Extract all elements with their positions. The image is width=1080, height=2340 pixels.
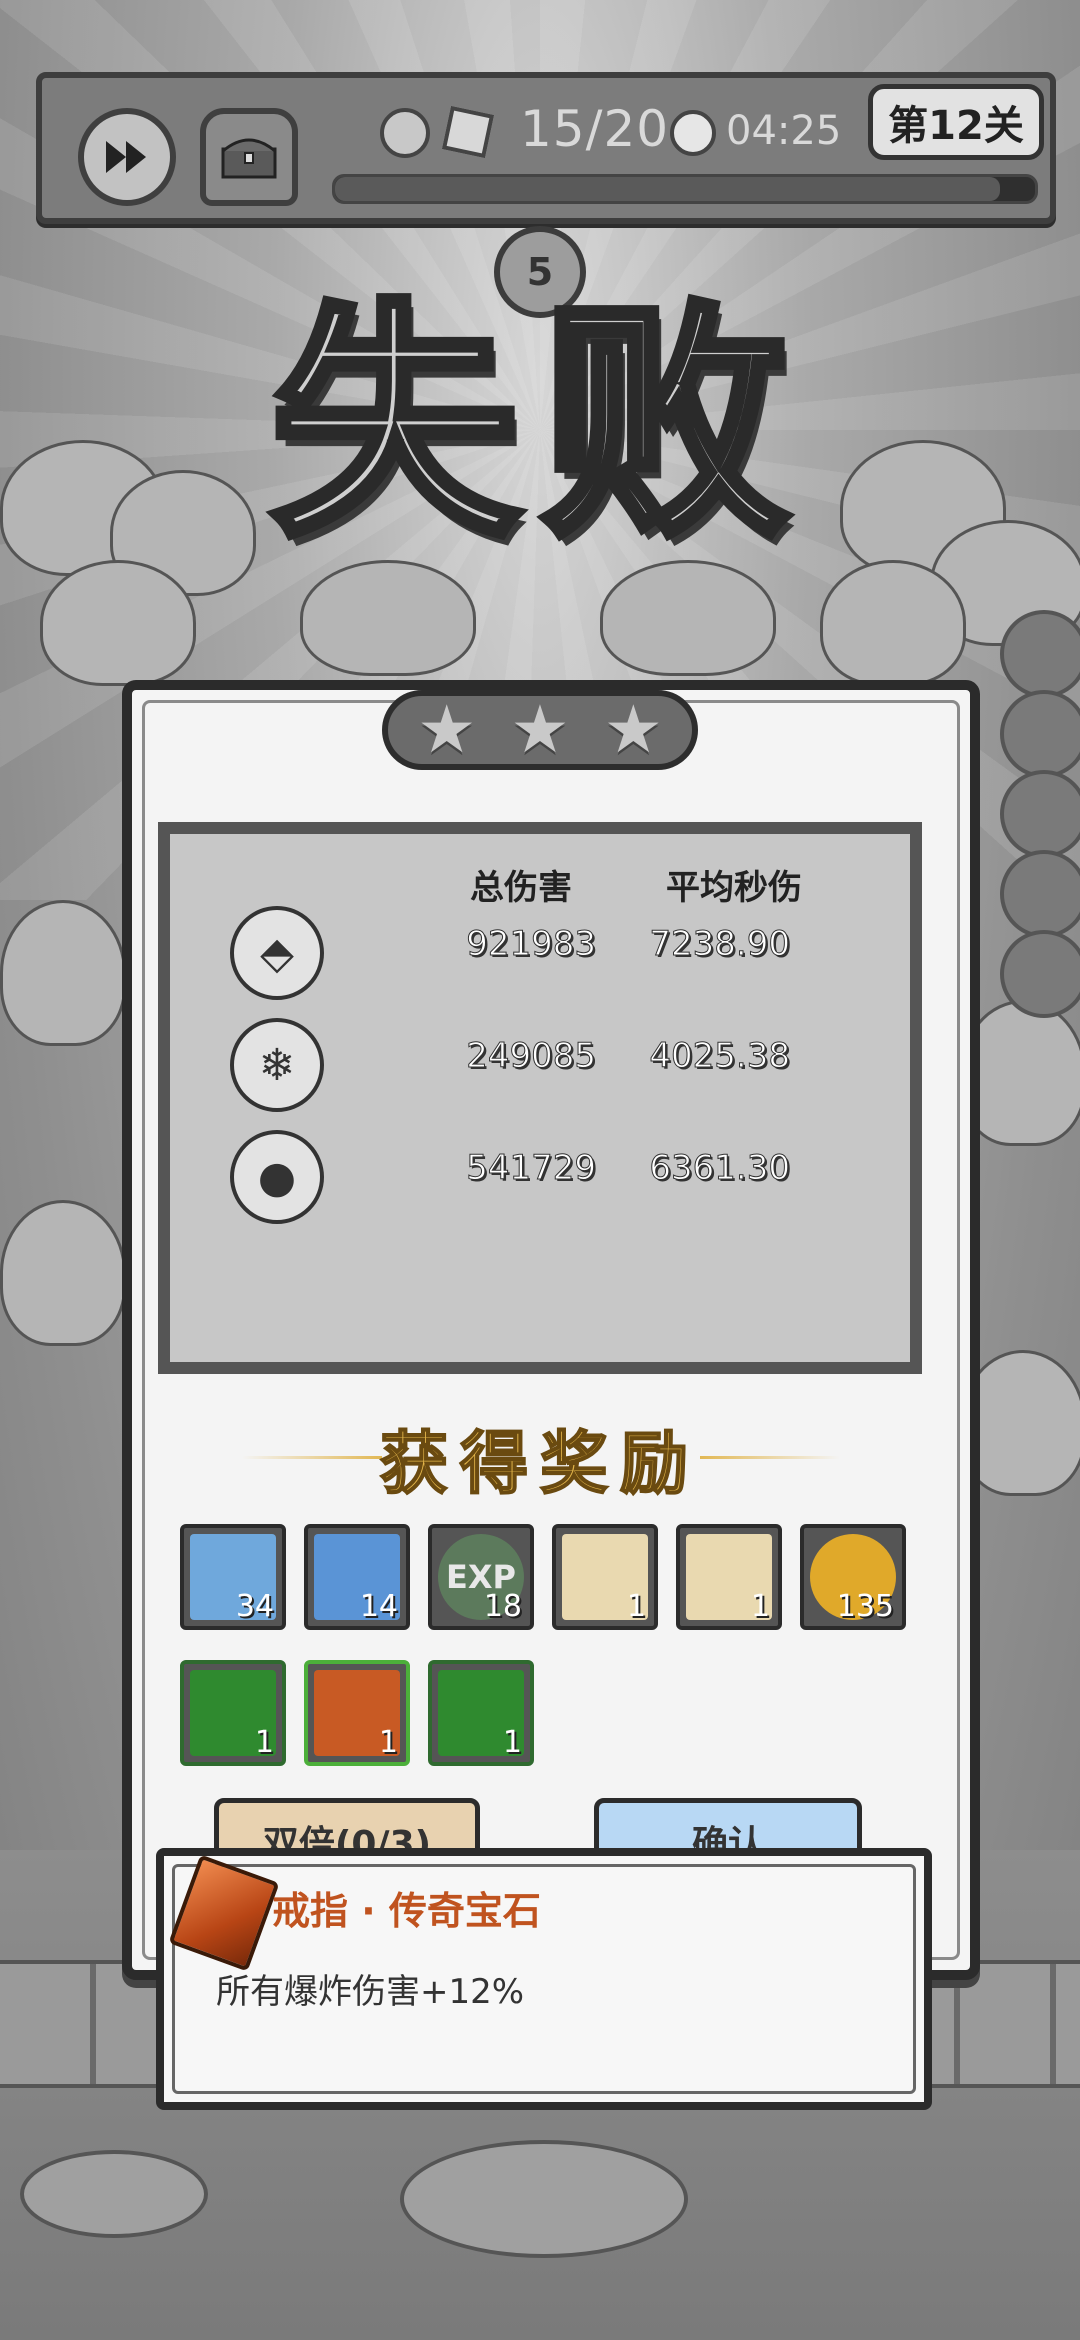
- dark-seeds-icon: ●: [230, 1130, 324, 1224]
- monster-crowd-blob: [820, 560, 966, 686]
- side-skill-slot[interactable]: [1000, 770, 1080, 858]
- defeat-title: 失败: [266, 279, 810, 570]
- fast-forward-icon: [106, 141, 146, 173]
- stat-dps: 4025.38: [649, 1036, 791, 1077]
- reward-count: 1: [254, 1725, 274, 1760]
- reward-item[interactable]: 1: [676, 1524, 782, 1630]
- reward-count: 1: [750, 1589, 770, 1624]
- treasure-chest-button[interactable]: [200, 108, 298, 206]
- stat-total: 541729: [466, 1148, 597, 1189]
- side-skill-slot[interactable]: [1000, 930, 1080, 1018]
- level-badge: 第12关: [868, 84, 1044, 160]
- reward-item[interactable]: 1: [180, 1660, 286, 1766]
- stat-dps: 6361.30: [649, 1148, 791, 1189]
- reward-item[interactable]: 1: [304, 1660, 410, 1766]
- star-icon: ★: [603, 691, 663, 768]
- wave-counter: 15/20: [520, 100, 670, 158]
- monster-crowd-blob: [600, 560, 776, 676]
- damage-stats-table: 总伤害 平均秒伤 ⬘ 921983 7238.90 ❄ 249085 4025.…: [158, 822, 922, 1374]
- reward-count: 18: [483, 1589, 522, 1624]
- stat-row: ⬘ 921983 7238.90: [230, 906, 870, 1002]
- timer: 04:25: [726, 108, 842, 154]
- crystal-shard-icon: ⬘: [230, 906, 324, 1000]
- star-icon: ★: [510, 691, 570, 768]
- orange-gem-icon: [168, 1854, 280, 1972]
- side-skill-slot[interactable]: [1000, 690, 1080, 778]
- stat-row: ● 541729 6361.30: [230, 1130, 870, 1226]
- star-rating: ★ ★ ★: [382, 690, 698, 770]
- side-skill-slot[interactable]: [1000, 610, 1080, 698]
- reward-item[interactable]: 14: [304, 1524, 410, 1630]
- wave-progress-fill: [335, 177, 1000, 201]
- gem-icon: [441, 105, 495, 159]
- reward-count: 1: [626, 1589, 646, 1624]
- stat-dps: 7238.90: [649, 924, 791, 965]
- stat-total: 249085: [466, 1036, 597, 1077]
- fast-forward-button[interactable]: [78, 108, 176, 206]
- star-icon: ★: [417, 691, 477, 768]
- reward-count: 34: [235, 1589, 274, 1624]
- side-skill-slot[interactable]: [1000, 850, 1080, 938]
- treasure-chest-icon: [221, 138, 277, 179]
- clock-icon: [670, 110, 716, 156]
- monster-crowd-blob: [300, 560, 476, 676]
- reward-item[interactable]: 34: [180, 1524, 286, 1630]
- monster-crowd-blob: [0, 1200, 126, 1346]
- fountain: [20, 2150, 208, 2238]
- reward-item[interactable]: 1: [428, 1660, 534, 1766]
- reward-count: 135: [836, 1589, 894, 1624]
- coin-icon: [380, 108, 430, 158]
- item-tooltip: 戒指 · 传奇宝石 所有爆炸伤害+12%: [156, 1848, 932, 2110]
- dps-header: 平均秒伤: [666, 868, 802, 908]
- rewards-title: 获得奖励: [379, 1424, 700, 1505]
- wave-progress-bar: [332, 174, 1038, 204]
- reward-item[interactable]: EXP 18: [428, 1524, 534, 1630]
- tooltip-item-description: 所有爆炸伤害+12%: [216, 1972, 525, 2012]
- top-hud: 15/20 04:25 第12关: [36, 72, 1056, 224]
- reward-count: 1: [378, 1725, 398, 1760]
- monster-crowd-blob: [40, 560, 196, 686]
- reward-count: 1: [502, 1725, 522, 1760]
- reward-count: 14: [359, 1589, 398, 1624]
- monster-crowd-blob: [0, 900, 126, 1046]
- reward-item[interactable]: 135: [800, 1524, 906, 1630]
- stat-row: ❄ 249085 4025.38: [230, 1018, 870, 1114]
- reward-item[interactable]: 1: [552, 1524, 658, 1630]
- fountain: [400, 2140, 688, 2258]
- tooltip-item-name: 戒指 · 传奇宝石: [272, 1889, 541, 1933]
- total-damage-header: 总伤害: [470, 868, 572, 908]
- stat-total: 921983: [466, 924, 597, 965]
- ice-crystal-cluster-icon: ❄: [230, 1018, 324, 1112]
